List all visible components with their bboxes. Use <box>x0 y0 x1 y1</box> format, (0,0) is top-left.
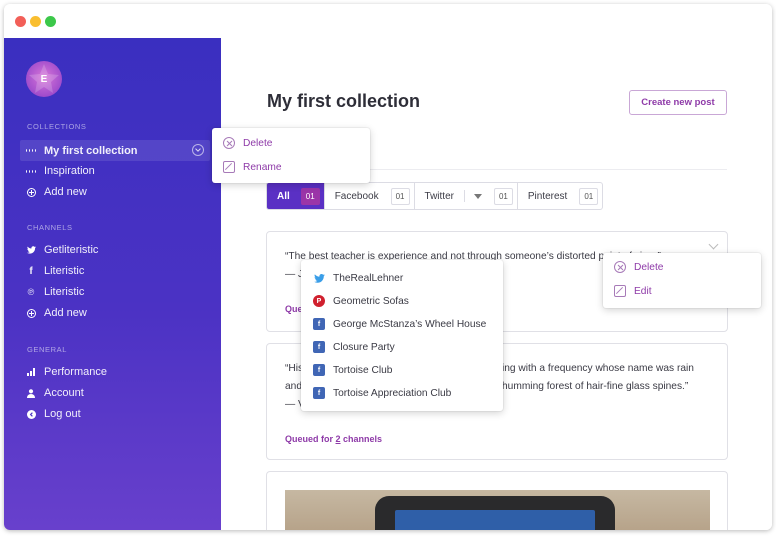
section-label-channels: CHANNELS <box>27 223 73 232</box>
collection-context-menu: Delete Rename <box>212 128 370 183</box>
menu-item-label: Delete <box>243 137 273 149</box>
edit-icon <box>223 161 235 173</box>
tab-count-badge: 01 <box>390 187 410 205</box>
tab-label: Pinterest <box>527 190 568 202</box>
caret-down-icon[interactable] <box>473 193 482 199</box>
sidebar-item-label: Add new <box>44 186 87 198</box>
facebook-icon: f <box>29 265 33 277</box>
sidebar-item-label: Add new <box>44 307 87 319</box>
sidebar-item-log-out[interactable]: Log out <box>26 406 81 422</box>
menu-item-rename[interactable]: Rename <box>223 157 282 177</box>
tab-label: All <box>277 190 290 202</box>
section-label-general: GENERAL <box>27 345 68 354</box>
sidebar-item-label: Literistic <box>44 265 85 277</box>
tab-count-badge: 01 <box>493 187 513 205</box>
post-context-menu: Delete Edit <box>603 253 761 308</box>
menu-item-label: Delete <box>634 261 664 273</box>
channel-item[interactable]: P Geometric Sofas <box>313 292 409 310</box>
plus-circle-icon <box>26 187 36 197</box>
sidebar-item-getliteristic[interactable]: Getliteristic <box>26 242 98 258</box>
channel-item[interactable]: TheRealLehner <box>313 269 403 287</box>
channel-item[interactable]: f Tortoise Appreciation Club <box>313 384 451 402</box>
sidebar-item-add-collection[interactable]: Add new <box>26 184 87 200</box>
avatar-letter: E <box>40 73 48 85</box>
facebook-icon: f <box>313 318 325 330</box>
channel-name: Tortoise Appreciation Club <box>333 387 452 399</box>
chevron-down-icon[interactable] <box>192 144 204 156</box>
sidebar-item-label: Log out <box>44 408 81 420</box>
tab-label: Twitter <box>424 190 454 202</box>
chevron-down-icon[interactable] <box>708 239 719 250</box>
tab-count-badge: 01 <box>579 187 599 205</box>
post-quote-line-end: humming forest of hair-fine glass spines… <box>502 381 689 392</box>
channels-popup: TheRealLehner P Geometric Sofas f George… <box>301 260 503 411</box>
tab-pinterest[interactable]: Pinterest 01 <box>518 183 602 209</box>
tab-facebook[interactable]: Facebook 01 <box>325 183 415 209</box>
menu-item-delete[interactable]: Delete <box>614 257 663 277</box>
channel-name: George McStanza’s Wheel House <box>333 318 487 330</box>
channel-name: Tortoise Club <box>333 364 393 376</box>
facebook-icon: f <box>313 387 325 399</box>
grid-icon <box>26 166 36 176</box>
logout-icon <box>26 409 36 419</box>
sidebar-item-label: Performance <box>44 366 107 378</box>
sidebar-item-label: My first collection <box>44 144 138 157</box>
post-quote-line-end: ing with a frequency whose name was rain <box>502 363 694 374</box>
grid-icon <box>26 146 36 156</box>
twitter-icon <box>26 245 36 255</box>
page-title: My first collection <box>267 91 421 111</box>
tab-count-badge: 01 <box>300 187 320 205</box>
close-circle-icon <box>614 261 626 273</box>
channel-name: Closure Party <box>333 341 395 353</box>
app-window: E COLLECTIONS My first collection Inspir… <box>4 4 772 530</box>
zoom-window-button[interactable] <box>45 16 56 27</box>
post-quote-line-start: and <box>285 381 302 392</box>
pinterest-icon: ℗ <box>27 287 35 297</box>
plus-circle-icon <box>26 308 36 318</box>
queued-channels-link[interactable]: Queued for 2 channels <box>285 434 382 444</box>
menu-item-edit[interactable]: Edit <box>614 281 652 301</box>
sidebar-item-label: Literistic <box>44 286 85 298</box>
bar-chart-icon <box>27 368 35 376</box>
sidebar-item-inspiration[interactable]: Inspiration <box>26 163 95 179</box>
channel-name: Geometric Sofas <box>333 295 409 307</box>
sidebar-item-label: Getliteristic <box>44 244 99 256</box>
sidebar-item-account[interactable]: Account <box>26 385 84 401</box>
menu-item-delete[interactable]: Delete <box>223 133 272 153</box>
create-new-post-button[interactable]: Create new post <box>629 90 727 115</box>
sidebar-item-my-first-collection[interactable]: My first collection <box>20 140 210 161</box>
tab-all[interactable]: All 01 <box>267 183 325 209</box>
close-circle-icon <box>223 137 235 149</box>
facebook-icon: f <box>313 341 325 353</box>
tab-label: Facebook <box>334 190 379 202</box>
sidebar-item-label: Inspiration <box>44 165 95 177</box>
edit-icon <box>614 285 626 297</box>
title-bar <box>4 4 772 38</box>
avatar[interactable]: E <box>26 61 62 97</box>
sidebar-item-add-channel[interactable]: Add new <box>26 305 87 321</box>
sidebar-item-performance[interactable]: Performance <box>26 364 107 380</box>
sidebar-item-literistic-pinterest[interactable]: ℗ Literistic <box>26 284 85 300</box>
sidebar-item-label: Account <box>44 387 84 399</box>
channel-item[interactable]: f George McStanza’s Wheel House <box>313 315 486 333</box>
section-label-collections: COLLECTIONS <box>27 122 87 131</box>
sidebar: E COLLECTIONS My first collection Inspir… <box>4 38 221 530</box>
channel-item[interactable]: f Closure Party <box>313 338 395 356</box>
minimize-window-button[interactable] <box>30 16 41 27</box>
post-card-image[interactable] <box>266 471 728 530</box>
post-image <box>285 490 710 530</box>
tab-twitter[interactable]: Twitter 01 <box>415 183 518 209</box>
menu-item-label: Edit <box>634 285 652 297</box>
facebook-icon: f <box>313 364 325 376</box>
menu-item-label: Rename <box>243 161 282 173</box>
user-icon <box>26 388 36 398</box>
sidebar-item-literistic-facebook[interactable]: f Literistic <box>26 263 84 279</box>
pinterest-icon: P <box>313 295 325 307</box>
channel-name: TheRealLehner <box>333 272 404 284</box>
channel-item[interactable]: f Tortoise Club <box>313 361 392 379</box>
close-window-button[interactable] <box>15 16 26 27</box>
twitter-icon <box>313 272 325 284</box>
channel-filter-tabs: All 01 Facebook 01 Twitter 01 Pinterest … <box>266 182 604 210</box>
